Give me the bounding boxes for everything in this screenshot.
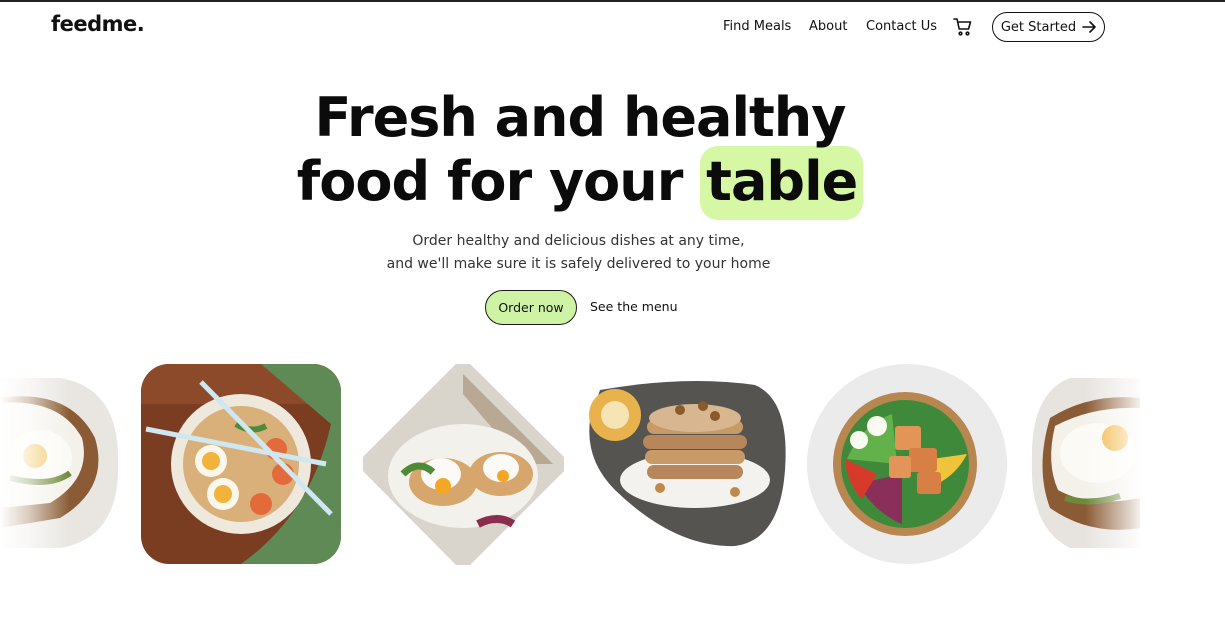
hero-title-line2: food for your table	[0, 146, 1160, 220]
food-image-salmon-poke-bowl	[807, 364, 1007, 564]
hero-subtitle-line2: and we'll make sure it is safely deliver…	[386, 256, 771, 272]
hero-title-prefix: food for your	[296, 150, 684, 213]
get-started-label: Get Started	[1000, 19, 1077, 35]
brand-logo[interactable]: feedme.	[51, 12, 145, 36]
order-now-button[interactable]: Order now	[485, 290, 577, 325]
hero-title-line1: Fresh and healthy	[314, 86, 847, 149]
cart-icon[interactable]	[953, 17, 973, 37]
hero-subtitle-line1: Order healthy and delicious dishes at an…	[412, 233, 745, 249]
food-image-ramen-bowl	[141, 364, 341, 564]
gallery-fade-right	[1085, 370, 1145, 560]
top-border	[0, 0, 1225, 2]
food-image-poached-egg-toast	[363, 364, 564, 565]
nav-contact-us[interactable]: Contact Us	[866, 19, 937, 34]
get-started-button[interactable]: Get Started	[992, 12, 1105, 42]
nav-about[interactable]: About	[809, 19, 847, 34]
see-menu-link[interactable]: See the menu	[590, 299, 678, 314]
arrow-right-icon	[1082, 21, 1096, 33]
nav-find-meals[interactable]: Find Meals	[723, 19, 791, 34]
hero-title-highlight: table	[700, 146, 864, 220]
gallery-fade-left	[0, 370, 70, 560]
food-image-pancake-stack	[585, 380, 788, 548]
